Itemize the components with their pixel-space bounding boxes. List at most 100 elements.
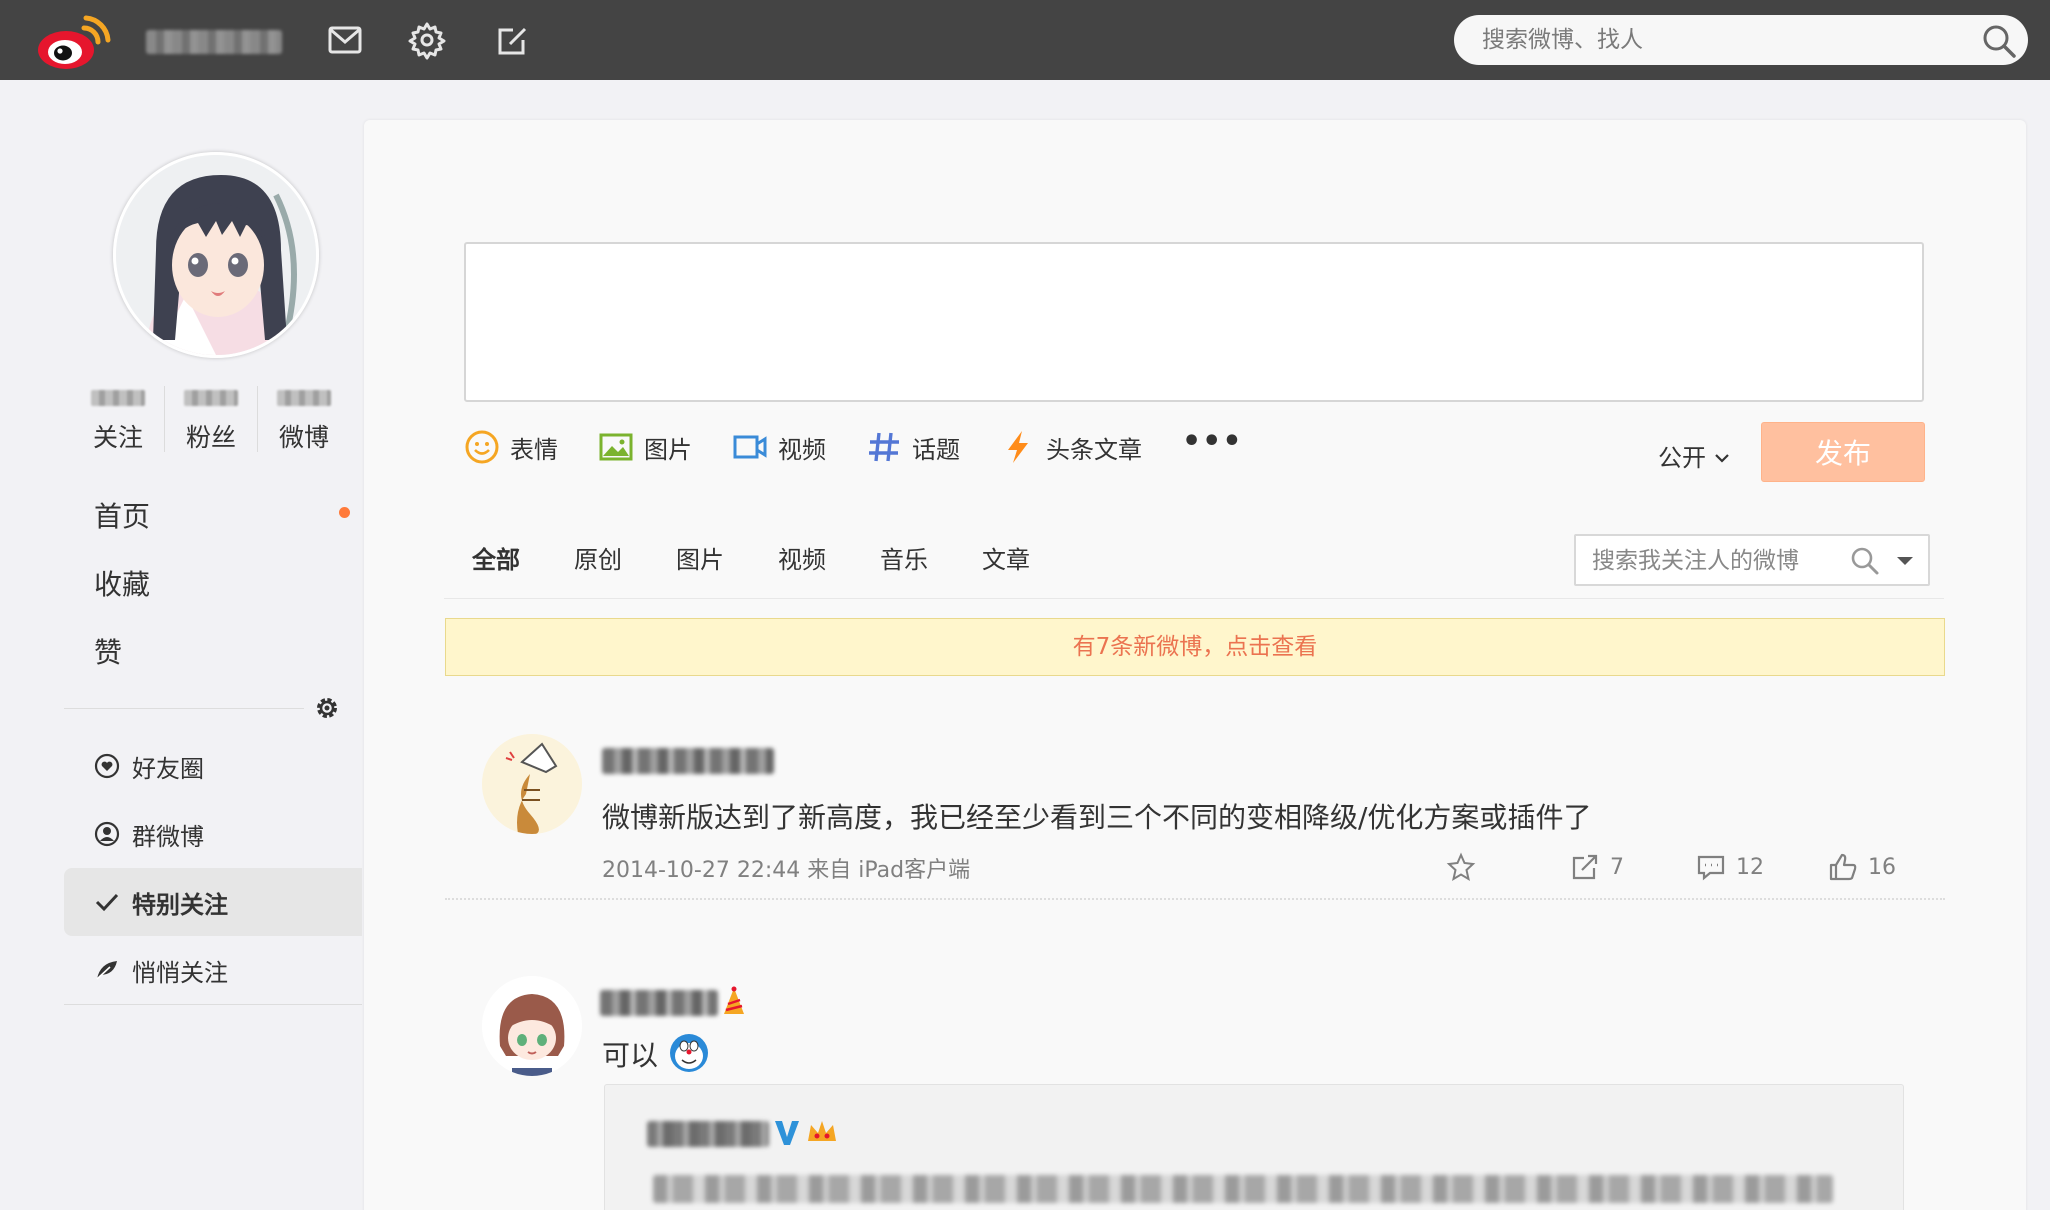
- nav-item-favorites[interactable]: 收藏: [94, 558, 294, 626]
- tab-images[interactable]: 图片: [676, 540, 724, 575]
- nav-group-label: 好友圈: [132, 754, 204, 783]
- verified-v-icon: [775, 1121, 799, 1145]
- nav-item-special-follow[interactable]: 特别关注: [64, 868, 362, 936]
- tab-videos[interactable]: 视频: [778, 540, 826, 575]
- count-value-blurred: [277, 390, 331, 406]
- anime-avatar-image: [116, 155, 316, 355]
- post-text: 可以: [602, 1039, 659, 1072]
- post-avatar[interactable]: [482, 734, 582, 834]
- post-avatar-image: [482, 734, 582, 834]
- comment-button[interactable]: 12: [1696, 852, 1764, 882]
- like-count: 16: [1868, 854, 1896, 880]
- topic-button[interactable]: 话题: [866, 429, 960, 465]
- username-blurred[interactable]: [146, 30, 282, 54]
- post-author-name-blurred[interactable]: [602, 748, 774, 774]
- video-icon: [733, 435, 767, 459]
- crown-badge-icon: [808, 1121, 836, 1141]
- tool-label: 话题: [912, 435, 960, 464]
- hash-icon: [869, 432, 899, 462]
- post-avatar[interactable]: [482, 976, 582, 1076]
- main-nav: 首页 收藏 赞: [94, 490, 294, 694]
- profile-counts: 关注 粉丝 微博: [72, 386, 350, 452]
- visibility-dropdown[interactable]: 公开: [1658, 438, 1732, 473]
- comment-count: 12: [1736, 854, 1764, 880]
- heart-circle-icon: [94, 753, 120, 779]
- visibility-label: 公开: [1658, 444, 1706, 472]
- video-button[interactable]: 视频: [732, 429, 826, 465]
- weibo-count[interactable]: 微博: [257, 386, 350, 452]
- like-button[interactable]: 16: [1828, 852, 1896, 882]
- nav-group-label: 特别关注: [132, 890, 228, 919]
- mail-icon[interactable]: [325, 20, 365, 60]
- tab-articles[interactable]: 文章: [982, 540, 1030, 575]
- nav-item-likes[interactable]: 赞: [94, 626, 294, 694]
- feed-search-input[interactable]: [1592, 546, 1842, 576]
- post-meta[interactable]: 2014-10-27 22:44 来自 iPad客户端: [602, 852, 970, 884]
- sidebar-divider: [64, 1004, 362, 1005]
- weibo-logo-icon[interactable]: [36, 12, 116, 72]
- tab-music[interactable]: 音乐: [880, 540, 928, 575]
- comment-icon: [1697, 855, 1725, 881]
- doraemon-emoji-icon: [670, 1034, 708, 1072]
- image-icon: [599, 433, 633, 461]
- post-divider: [445, 898, 1945, 900]
- emoji-button[interactable]: 表情: [464, 429, 558, 465]
- tool-label: 图片: [644, 435, 692, 464]
- group-nav: 好友圈 群微博 特别关注 悄悄关注: [64, 732, 362, 1005]
- profile-avatar[interactable]: [113, 152, 319, 358]
- post-text: 微博新版达到了新高度，我已经至少看到三个不同的变相降级/优化方案或插件了: [602, 801, 1592, 834]
- thumbs-up-icon: [1829, 853, 1857, 881]
- more-tools-button[interactable]: •••: [1182, 424, 1243, 459]
- share-icon: [1572, 854, 1598, 880]
- group-settings-gear-icon[interactable]: [313, 694, 341, 722]
- composer-toolbar: 表情 图片 视频 话题 头条文章 •••: [464, 422, 1283, 472]
- headline-article-button[interactable]: 头条文章: [1000, 429, 1142, 465]
- repost-button[interactable]: 7: [1570, 852, 1624, 882]
- publish-button[interactable]: 发布: [1761, 422, 1925, 482]
- count-value-blurred: [91, 390, 145, 406]
- smile-icon: [465, 430, 499, 464]
- count-label: 粉丝: [185, 423, 236, 452]
- global-search-input[interactable]: [1482, 23, 1952, 57]
- chevron-down-icon: [1715, 453, 1729, 463]
- favorite-button[interactable]: [1446, 852, 1486, 882]
- repost-count: 7: [1610, 854, 1624, 880]
- nav-group-label: 群微博: [132, 822, 204, 851]
- reposted-text-blurred: [653, 1175, 1833, 1203]
- nav-item-quiet-follow[interactable]: 悄悄关注: [64, 936, 362, 1004]
- tab-original[interactable]: 原创: [574, 540, 622, 575]
- caret-down-icon[interactable]: [1894, 554, 1916, 568]
- composer-textarea[interactable]: [466, 244, 1922, 400]
- nav-item-home[interactable]: 首页: [94, 490, 294, 558]
- tool-label: 表情: [510, 435, 558, 464]
- nav-item-friends-circle[interactable]: 好友圈: [64, 732, 362, 800]
- compose-icon[interactable]: [493, 20, 533, 60]
- image-button[interactable]: 图片: [598, 429, 692, 465]
- feed-search: [1574, 534, 1930, 586]
- new-content-dot: [339, 507, 350, 518]
- tab-all[interactable]: 全部: [472, 540, 520, 575]
- tool-label: 头条文章: [1046, 435, 1142, 464]
- reposted-content[interactable]: [604, 1084, 1904, 1210]
- tabs-divider: [444, 598, 1944, 599]
- user-circle-icon: [94, 821, 120, 847]
- search-icon[interactable]: [1980, 23, 2018, 59]
- reposted-author-blurred[interactable]: [647, 1121, 769, 1147]
- star-icon: [1446, 852, 1476, 882]
- lightning-icon: [1008, 431, 1028, 463]
- post-avatar-image: [482, 976, 582, 1076]
- count-label: 关注: [92, 423, 143, 452]
- new-posts-banner[interactable]: 有7条新微博，点击查看: [445, 618, 1945, 676]
- check-icon: [95, 893, 119, 912]
- tool-label: 视频: [778, 435, 826, 464]
- search-icon[interactable]: [1850, 546, 1880, 576]
- count-value-blurred: [184, 390, 238, 406]
- nav-item-group-weibo[interactable]: 群微博: [64, 800, 362, 868]
- following-count[interactable]: 关注: [72, 386, 164, 452]
- party-hat-badge-icon: [724, 986, 744, 1014]
- post-author-name-blurred[interactable]: [600, 990, 718, 1016]
- sidebar-divider: [64, 708, 304, 709]
- followers-count[interactable]: 粉丝: [164, 386, 257, 452]
- gear-icon[interactable]: [407, 20, 447, 60]
- feed-tabs: 全部 原创 图片 视频 音乐 文章: [472, 540, 1084, 575]
